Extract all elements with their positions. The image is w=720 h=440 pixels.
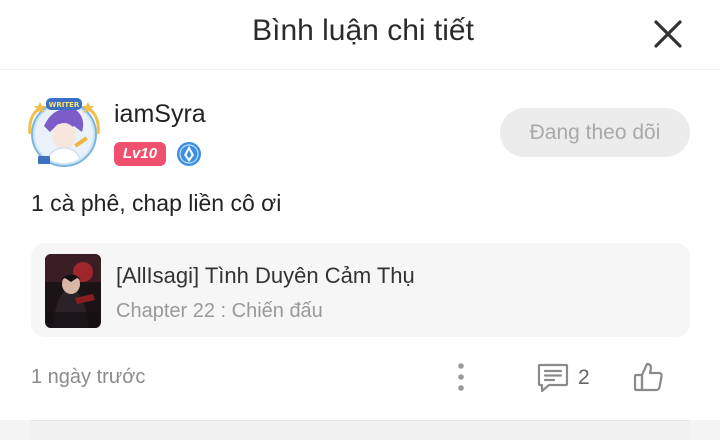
reply-button[interactable]: [536, 360, 570, 394]
avatar[interactable]: WRITER: [24, 96, 104, 168]
header: Bình luận chi tiết: [0, 0, 720, 70]
close-icon: [654, 20, 682, 48]
reply-count: 2: [578, 366, 590, 389]
svg-text:WRITER: WRITER: [49, 101, 80, 109]
comment-detail-sheet: Bình luận chi tiết WRITER iamSyra Lv10 Đ…: [0, 0, 720, 440]
follow-button[interactable]: Đang theo dõi: [500, 108, 690, 157]
close-button[interactable]: [648, 14, 688, 54]
divider: [0, 420, 720, 440]
story-cover-image: [45, 254, 101, 328]
comment-timestamp: 1 ngày trước: [31, 366, 146, 388]
verified-badge-icon: [176, 141, 202, 167]
chapter-label: Chapter 22 : Chiến đấu: [116, 300, 323, 322]
more-vertical-icon: [458, 363, 464, 391]
story-title: [AllIsagi] Tình Duyên Cảm Thụ: [116, 263, 415, 288]
username[interactable]: iamSyra: [114, 100, 206, 129]
thumbs-up-icon: [633, 362, 663, 392]
level-badge: Lv10: [114, 142, 166, 166]
comment-text: 1 cà phê, chap liền cô ơi: [31, 190, 282, 216]
story-card[interactable]: [AllIsagi] Tình Duyên Cảm Thụ Chapter 22…: [31, 243, 690, 337]
like-button[interactable]: [632, 360, 666, 394]
page-title: Bình luận chi tiết: [252, 14, 474, 47]
more-options-button[interactable]: [448, 362, 474, 392]
next-comment-edge: [30, 420, 690, 440]
comment-icon: [537, 363, 569, 393]
